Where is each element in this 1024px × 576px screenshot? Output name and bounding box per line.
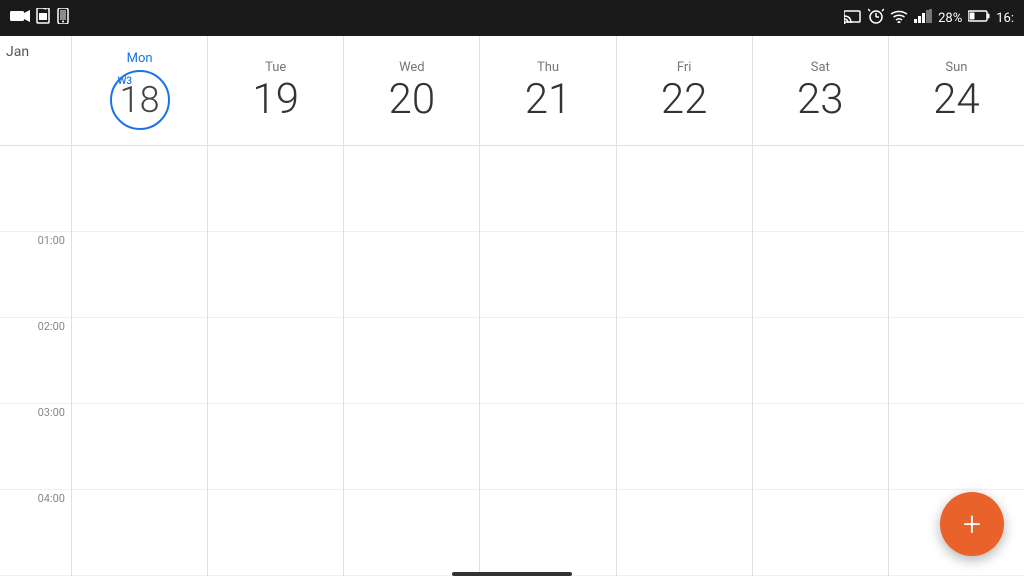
cell-sat-0200[interactable]: [753, 318, 888, 404]
day-col-mon: [72, 146, 208, 576]
time-label-0400: 04:00: [0, 490, 71, 576]
cell-mon-0200[interactable]: [72, 318, 207, 404]
day-name-wed: Wed: [399, 60, 425, 75]
days-grid: [72, 146, 1024, 576]
day-name-sun: Sun: [945, 60, 967, 75]
time-empty-first: [0, 146, 71, 232]
alarm-icon: [868, 8, 884, 28]
day-header-sat23[interactable]: Sat 23: [753, 36, 889, 145]
cell-mon-0000[interactable]: [72, 146, 207, 232]
cell-tue-0400[interactable]: [208, 490, 343, 576]
day-name-mon: Mon: [127, 51, 153, 66]
cell-thu-0200[interactable]: [480, 318, 615, 404]
add-icon: +: [963, 505, 981, 543]
cell-fri-0100[interactable]: [617, 232, 752, 318]
month-label-cell: Jan: [0, 36, 72, 145]
cell-fri-0400[interactable]: [617, 490, 752, 576]
camera-icon: [10, 9, 30, 27]
cell-mon-0400[interactable]: [72, 490, 207, 576]
cell-tue-0300[interactable]: [208, 404, 343, 490]
cell-wed-0000[interactable]: [344, 146, 479, 232]
day-number-20: 20: [389, 79, 436, 121]
day-number-21: 21: [525, 79, 572, 121]
cell-mon-0100[interactable]: [72, 232, 207, 318]
cell-fri-0000[interactable]: [617, 146, 752, 232]
cell-wed-0300[interactable]: [344, 404, 479, 490]
cell-sat-0300[interactable]: [753, 404, 888, 490]
phone-icon: [56, 8, 70, 28]
status-left-icons: [10, 8, 70, 28]
day-col-tue: [208, 146, 344, 576]
day-header-fri22[interactable]: Fri 22: [617, 36, 753, 145]
today-circle: W3 18: [110, 70, 170, 130]
cell-fri-0200[interactable]: [617, 318, 752, 404]
day-number-18: 18: [120, 82, 160, 118]
cell-thu-0000[interactable]: [480, 146, 615, 232]
cell-sun-0200[interactable]: [889, 318, 1024, 404]
day-name-sat: Sat: [811, 60, 830, 75]
cell-wed-0100[interactable]: [344, 232, 479, 318]
signal-icon: [914, 9, 932, 27]
calendar-body: 01:00 02:00 03:00 04:00: [0, 146, 1024, 576]
cell-wed-0200[interactable]: [344, 318, 479, 404]
time-label-0200: 02:00: [0, 318, 71, 404]
day-number-19: 19: [252, 79, 299, 121]
calendar: Jan Mon W3 18 Tue 19 Wed 20 Thu 21 Fri: [0, 36, 1024, 576]
cell-sat-0100[interactable]: [753, 232, 888, 318]
cell-thu-0400[interactable]: [480, 490, 615, 576]
day-name-fri: Fri: [677, 60, 692, 75]
add-event-fab[interactable]: +: [940, 492, 1004, 556]
cell-thu-0100[interactable]: [480, 232, 615, 318]
time-label-0100: 01:00: [0, 232, 71, 318]
day-col-thu: [480, 146, 616, 576]
day-header-sun24[interactable]: Sun 24: [889, 36, 1024, 145]
cell-fri-0300[interactable]: [617, 404, 752, 490]
day-name-thu: Thu: [537, 60, 559, 75]
status-right-icons: 28% 16:: [844, 8, 1014, 28]
wifi-icon: [890, 10, 908, 27]
day-col-sat: [753, 146, 889, 576]
cell-tue-0100[interactable]: [208, 232, 343, 318]
time-gutter: 01:00 02:00 03:00 04:00: [0, 146, 72, 576]
battery-icon: [968, 10, 990, 26]
cell-sun-0100[interactable]: [889, 232, 1024, 318]
month-label: Jan: [6, 44, 29, 60]
cell-tue-0200[interactable]: [208, 318, 343, 404]
day-name-tue: Tue: [265, 60, 286, 75]
week-label: W3: [118, 76, 133, 87]
status-time: 16:: [996, 11, 1014, 26]
battery-percentage: 28%: [938, 11, 962, 26]
calendar-header: Jan Mon W3 18 Tue 19 Wed 20 Thu 21 Fri: [0, 36, 1024, 146]
cell-sun-0000[interactable]: [889, 146, 1024, 232]
day-col-wed: [344, 146, 480, 576]
day-header-mon18[interactable]: Mon W3 18: [72, 36, 208, 145]
day-number-23: 23: [797, 79, 844, 121]
cell-thu-0300[interactable]: [480, 404, 615, 490]
bottom-nav-bar: [452, 572, 572, 576]
day-header-thu21[interactable]: Thu 21: [480, 36, 616, 145]
status-bar: 28% 16:: [0, 0, 1024, 36]
day-col-fri: [617, 146, 753, 576]
cell-sat-0400[interactable]: [753, 490, 888, 576]
day-number-22: 22: [661, 79, 708, 121]
cell-mon-0300[interactable]: [72, 404, 207, 490]
cell-sun-0300[interactable]: [889, 404, 1024, 490]
day-number-24: 24: [933, 79, 980, 121]
day-header-wed20[interactable]: Wed 20: [344, 36, 480, 145]
cast-icon: [844, 9, 862, 28]
cell-sat-0000[interactable]: [753, 146, 888, 232]
sim-icon: [36, 8, 50, 28]
time-label-0300: 03:00: [0, 404, 71, 490]
day-header-tue19[interactable]: Tue 19: [208, 36, 344, 145]
cell-wed-0400[interactable]: [344, 490, 479, 576]
cell-tue-0000[interactable]: [208, 146, 343, 232]
